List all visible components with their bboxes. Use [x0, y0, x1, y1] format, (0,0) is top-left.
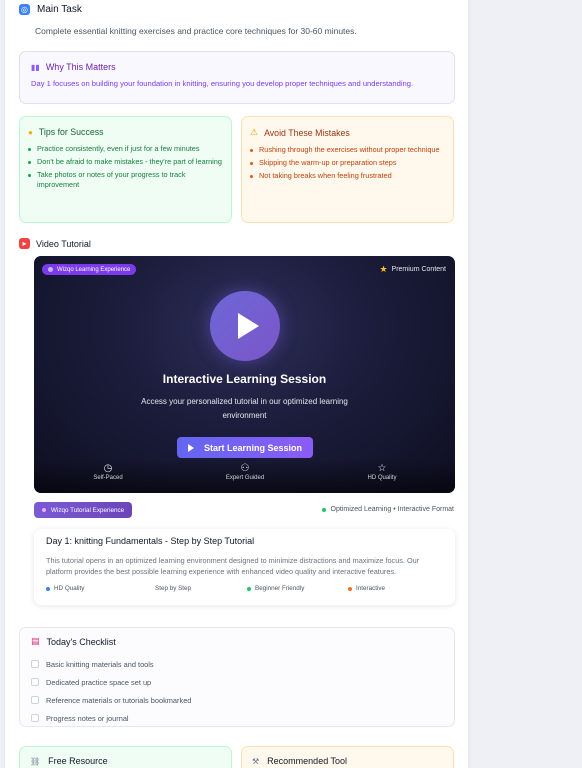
avoid-title: Avoid These Mistakes [264, 127, 350, 138]
checkbox[interactable] [31, 678, 39, 686]
badge-dot-icon [48, 267, 53, 272]
tip-item: Take photos or notes of your progress to… [28, 170, 223, 190]
tag-interactive: Interactive [348, 585, 385, 592]
clipboard-icon: ▤ [31, 636, 40, 646]
tag-label: Step by Step [155, 585, 192, 592]
video-tutorial-title: Video Tutorial [36, 238, 91, 249]
lightbulb-icon: ● [28, 127, 33, 137]
tag-dot-icon [46, 586, 50, 591]
tutorial-status-text: Optimized Learning • Interactive Format [330, 506, 454, 513]
tag-label: Beginner Friendly [255, 585, 305, 592]
learning-experience-badge: Wizqo Learning Experience [42, 264, 137, 275]
tool-icon: ⚒ [252, 756, 260, 766]
tutorial-title: Day 1: knitting Fundamentals - Step by S… [46, 536, 255, 546]
mistake-item: Not taking breaks when feeling frustrate… [250, 171, 445, 181]
tutorial-badge-label: Wizqo Tutorial Experience [51, 506, 125, 514]
why-title: Why This Matters [45, 62, 116, 72]
star-outline-icon: ☆ [377, 463, 387, 474]
status-dot-icon [321, 507, 326, 512]
badge-dot-icon [42, 508, 46, 512]
tutorial-card[interactable]: Day 1: knitting Fundamentals - Step by S… [34, 529, 455, 605]
badge-label: Wizqo Learning Experience [57, 266, 131, 273]
checkbox[interactable] [31, 660, 39, 668]
star-icon: ★ [379, 264, 388, 274]
tutorial-tags: HD Quality Step by Step Beginner Friendl… [46, 585, 443, 595]
tutorial-status: Optimized Learning • Interactive Format [321, 506, 454, 513]
mistake-item: Skipping the warm-up or preparation step… [250, 158, 445, 168]
start-learning-label: Start Learning Session [203, 442, 303, 453]
users-icon: ⚇ [240, 463, 250, 474]
clock-icon: ◷ [103, 463, 113, 474]
premium-content-label: ★ Premium Content [379, 264, 446, 275]
free-resource-title: Free Resource [48, 756, 108, 766]
start-learning-button[interactable]: Start Learning Session [177, 437, 313, 458]
checklist-item[interactable]: Reference materials or tutorials bookmar… [31, 691, 443, 709]
checklist-item[interactable]: Progress notes or journal [31, 709, 443, 727]
feature-label: Expert Guided [225, 475, 265, 481]
video-icon: ▸ [19, 238, 30, 249]
recommended-tool-title: Recommended Tool [267, 756, 348, 766]
video-subtitle: Access your personalized tutorial in our… [141, 397, 348, 420]
checkbox[interactable] [31, 696, 39, 704]
avoid-mistakes-card: ⚠ Avoid These Mistakes Rushing through t… [241, 116, 454, 223]
feature-label: Self-Paced [93, 475, 123, 481]
premium-text: Premium Content [391, 266, 446, 273]
books-icon: ▮▮ [31, 62, 40, 72]
play-button[interactable] [210, 291, 280, 361]
feature-hd-quality: ☆ HD Quality [342, 463, 422, 481]
checklist-item-label: Progress notes or journal [46, 713, 129, 723]
todays-checklist: ▤ Today's Checklist Basic knitting mater… [19, 627, 455, 727]
tag-dot-icon [247, 586, 251, 591]
tips-card: ● Tips for Success Practice consistently… [19, 116, 232, 223]
why-text: Day 1 focuses on building your foundatio… [31, 79, 414, 88]
feature-expert-guided: ⚇ Expert Guided [205, 463, 285, 481]
main-task-title: Main Task [37, 4, 82, 15]
feature-self-paced: ◷ Self-Paced [68, 463, 148, 481]
tag-beginner-friendly: Beginner Friendly [247, 585, 304, 592]
video-tutorial-header: ▸ Video Tutorial [19, 238, 91, 249]
tutorial-description: This tutorial opens in an optimized lear… [46, 556, 420, 576]
main-task-description: Complete essential knitting exercises an… [35, 26, 357, 36]
play-small-icon [187, 443, 194, 452]
target-icon: ◎ [19, 4, 30, 15]
play-icon [237, 313, 259, 339]
warning-icon: ⚠ [250, 127, 259, 137]
tutorial-experience-badge: Wizqo Tutorial Experience [34, 502, 133, 518]
video-player[interactable]: Wizqo Learning Experience ★ Premium Cont… [34, 256, 455, 493]
tip-item: Don't be afraid to make mistakes - they'… [28, 157, 223, 167]
tag-hd-quality: HD Quality [46, 585, 84, 592]
tips-title: Tips for Success [38, 127, 104, 137]
recommended-tool-card[interactable]: ⚒ Recommended Tool [241, 746, 454, 768]
tag-label: Interactive [356, 585, 386, 592]
video-features-bar: ◷ Self-Paced ⚇ Expert Guided ☆ HD Qualit… [34, 458, 455, 493]
tag-label: HD Quality [54, 585, 85, 592]
checklist-item-label: Basic knitting materials and tools [46, 659, 154, 669]
feature-label: HD Quality [367, 475, 397, 481]
checklist-item-label: Dedicated practice space set up [46, 677, 152, 687]
content-panel: ◎ Main Task Complete essential knitting … [5, 0, 468, 768]
link-icon: ⛓ [30, 756, 41, 766]
video-title: Interactive Learning Session [162, 372, 327, 386]
mistake-item: Rushing through the exercises without pr… [250, 145, 445, 155]
checklist-title: Today's Checklist [46, 636, 116, 647]
checkbox[interactable] [31, 714, 39, 722]
checklist-item[interactable]: Dedicated practice space set up [31, 673, 443, 691]
checklist-item-label: Reference materials or tutorials bookmar… [46, 695, 192, 705]
tip-item: Practice consistently, even if just for … [28, 144, 223, 154]
tag-step-by-step: Step by Step [155, 585, 191, 592]
checklist-item[interactable]: Basic knitting materials and tools [31, 655, 443, 673]
main-task-section: ◎ Main Task Complete essential knitting … [19, 4, 357, 36]
tag-dot-icon [348, 586, 352, 591]
why-this-matters-box: ▮▮ Why This Matters Day 1 focuses on bui… [19, 51, 455, 104]
free-resource-card[interactable]: ⛓ Free Resource [19, 746, 232, 768]
